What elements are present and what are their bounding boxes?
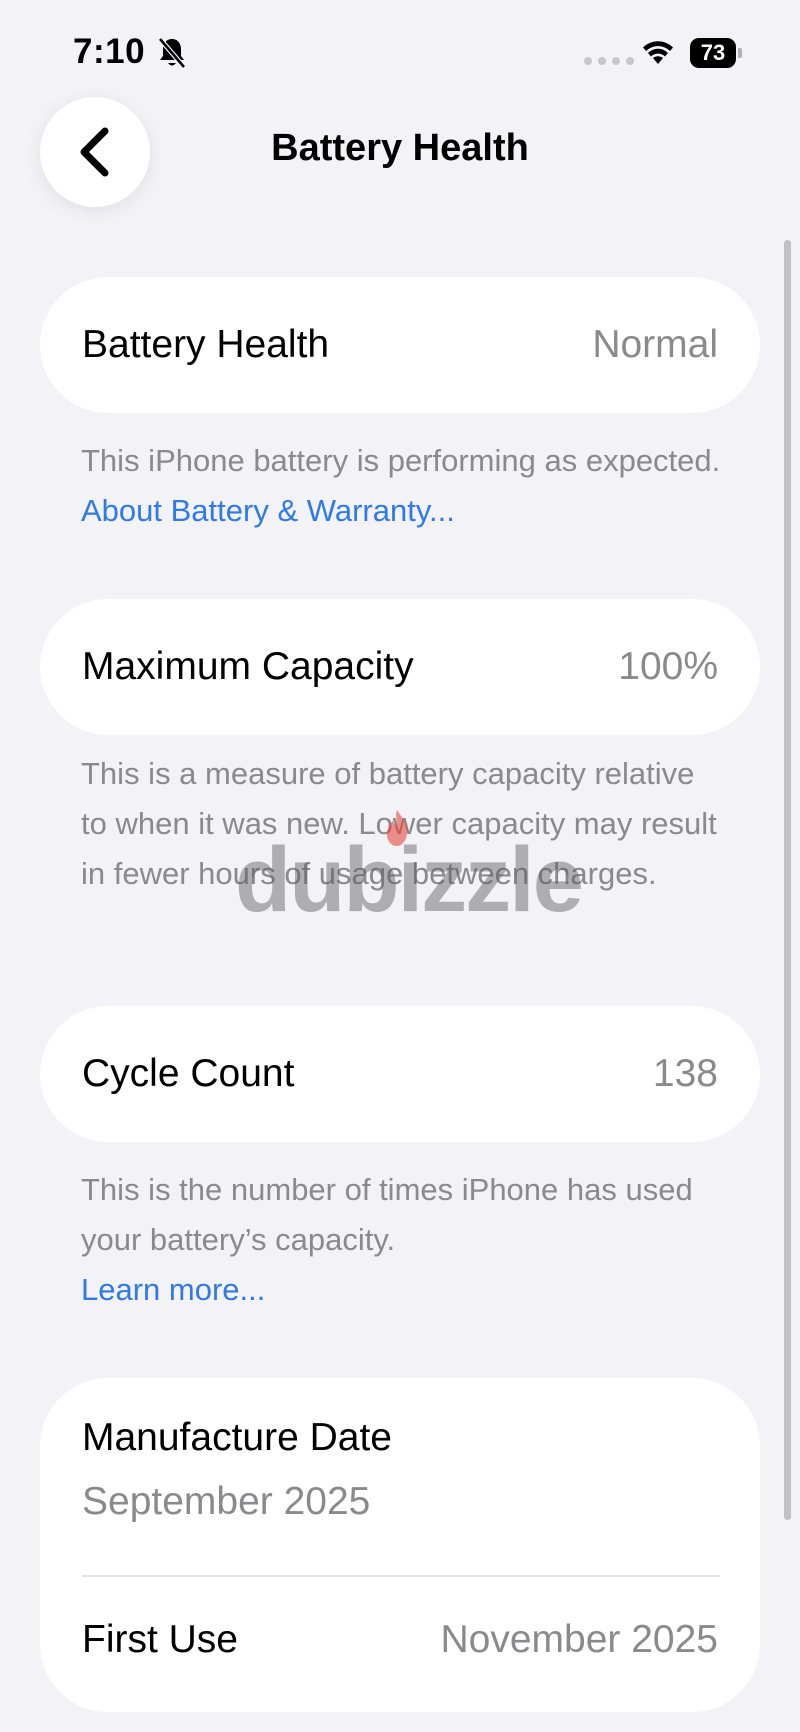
first-use-value: November 2025	[440, 1618, 719, 1661]
battery-health-footnote: This iPhone battery is performing as exp…	[81, 436, 721, 536]
page-title: Battery Health	[271, 127, 529, 169]
status-bar: 7:10 73	[0, 0, 800, 100]
battery-tip	[738, 48, 742, 58]
battery-health-screen: 7:10 73 Battery Health Battery Health No	[0, 0, 800, 1732]
maximum-capacity-footnote: This is a measure of battery capacity re…	[81, 756, 717, 891]
battery-health-description: This iPhone battery is performing as exp…	[81, 443, 721, 478]
battery-icon: 73	[690, 38, 742, 68]
status-time: 7:10	[73, 32, 146, 71]
maximum-capacity-row: Maximum Capacity 100%	[40, 599, 760, 735]
maximum-capacity-label: Maximum Capacity	[82, 645, 414, 688]
cellular-dots-icon	[584, 57, 634, 65]
battery-health-value: Normal	[592, 323, 718, 366]
about-battery-warranty-link[interactable]: About Battery & Warranty...	[81, 493, 455, 528]
manufacture-date-value: September 2025	[82, 1480, 371, 1523]
wifi-icon	[643, 41, 673, 64]
scrollbar[interactable]	[784, 240, 791, 1520]
cycle-count-description: This is the number of times iPhone has u…	[81, 1172, 693, 1257]
dates-card: Manufacture Date September 2025 First Us…	[40, 1378, 760, 1712]
first-use-label: First Use	[82, 1618, 238, 1661]
bell-slash-icon	[158, 37, 186, 69]
maximum-capacity-value: 100%	[618, 645, 718, 688]
divider	[82, 1575, 720, 1577]
battery-level: 73	[690, 38, 736, 68]
manufacture-date-label: Manufacture Date	[82, 1416, 393, 1459]
cycle-count-row: Cycle Count 138	[40, 1006, 760, 1142]
cycle-count-value: 138	[652, 1052, 718, 1095]
battery-health-label: Battery Health	[82, 323, 330, 366]
cycle-count-footnote: This is the number of times iPhone has u…	[81, 1165, 721, 1315]
cycle-count-label: Cycle Count	[82, 1052, 295, 1095]
battery-health-row: Battery Health Normal	[40, 277, 760, 413]
learn-more-link[interactable]: Learn more...	[81, 1272, 265, 1307]
